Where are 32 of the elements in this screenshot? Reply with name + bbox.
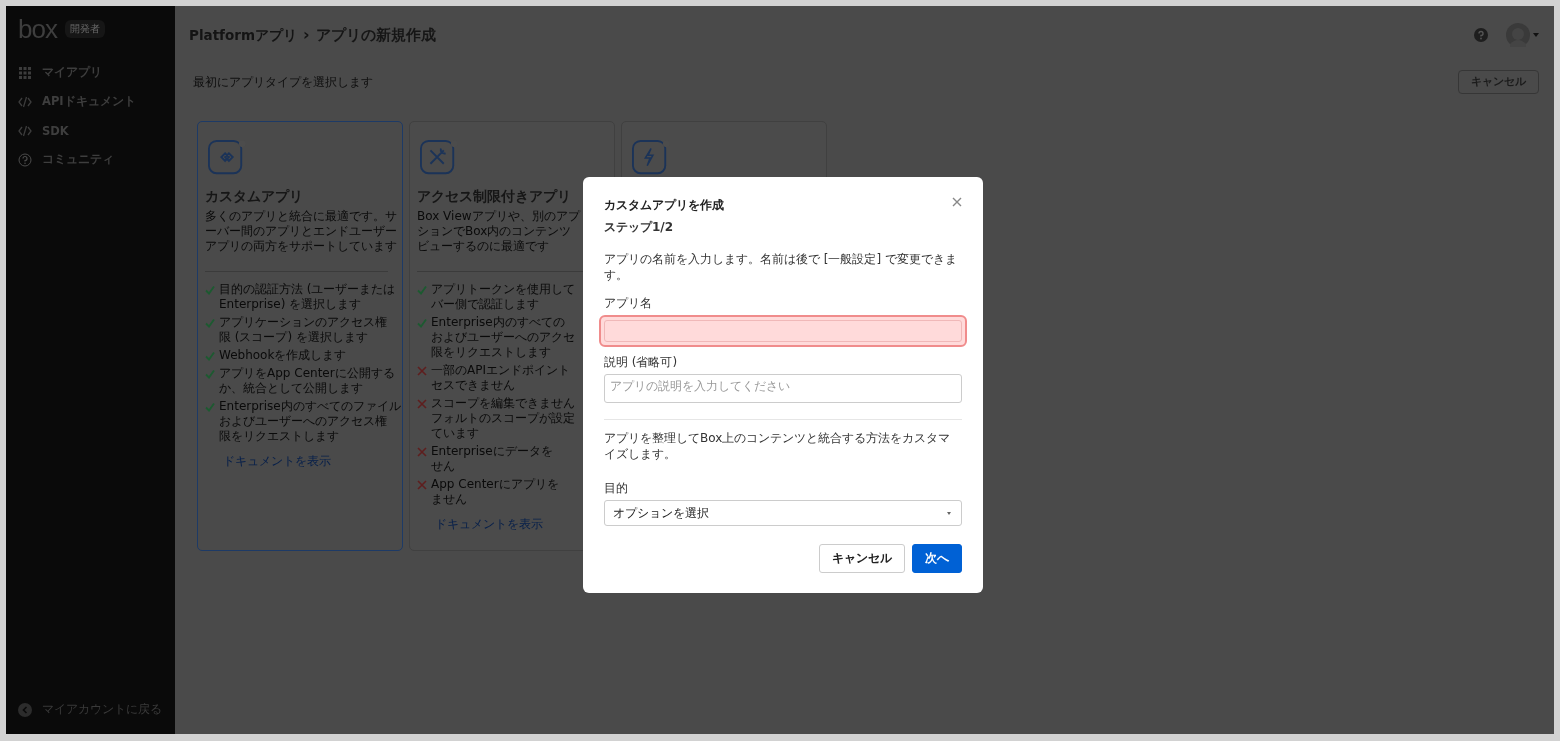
developer-badge: 開発者 (64, 20, 105, 38)
field-label: 目的 (604, 480, 629, 497)
caret-icon (947, 511, 951, 515)
code-icon (18, 124, 32, 137)
purpose-text: アプリを整理してBox上のコンテンツと統合する方法をカスタマイズします。 (604, 430, 952, 462)
user-menu[interactable] (1506, 23, 1539, 47)
check-icon (205, 402, 215, 412)
intro-text: アプリの名前を入力します。名前は後で [一般設定] で変更できます。 (604, 251, 958, 283)
back-icon (18, 702, 32, 717)
cancel-button[interactable]: キャンセル (819, 544, 905, 573)
purpose-dropdown[interactable]: オプションを選択 (604, 500, 962, 526)
help-icon[interactable] (1474, 28, 1488, 42)
field-label: アプリ名 (604, 295, 653, 312)
cross-icon (417, 366, 427, 376)
description-field[interactable]: アプリの説明を入力してください (604, 374, 962, 403)
grid-icon (18, 66, 32, 79)
cross-icon (417, 480, 427, 490)
cross-icon (417, 399, 427, 409)
check-icon (205, 285, 215, 295)
code-icon (18, 95, 32, 108)
step-indicator: ステップ1/2 (604, 219, 675, 236)
dialog-title: カスタムアプリを作成 (604, 197, 724, 214)
breadcrumb-separator: › (302, 25, 310, 44)
caret-icon (1533, 33, 1539, 37)
check-icon (417, 285, 427, 295)
help-icon (18, 152, 32, 167)
cross-icon (417, 447, 427, 457)
check-icon (205, 318, 215, 328)
check-icon (417, 318, 427, 328)
field-label: 説明 (省略可) (604, 354, 679, 371)
close-icon[interactable] (952, 197, 962, 207)
next-button[interactable]: 次へ (912, 544, 962, 573)
